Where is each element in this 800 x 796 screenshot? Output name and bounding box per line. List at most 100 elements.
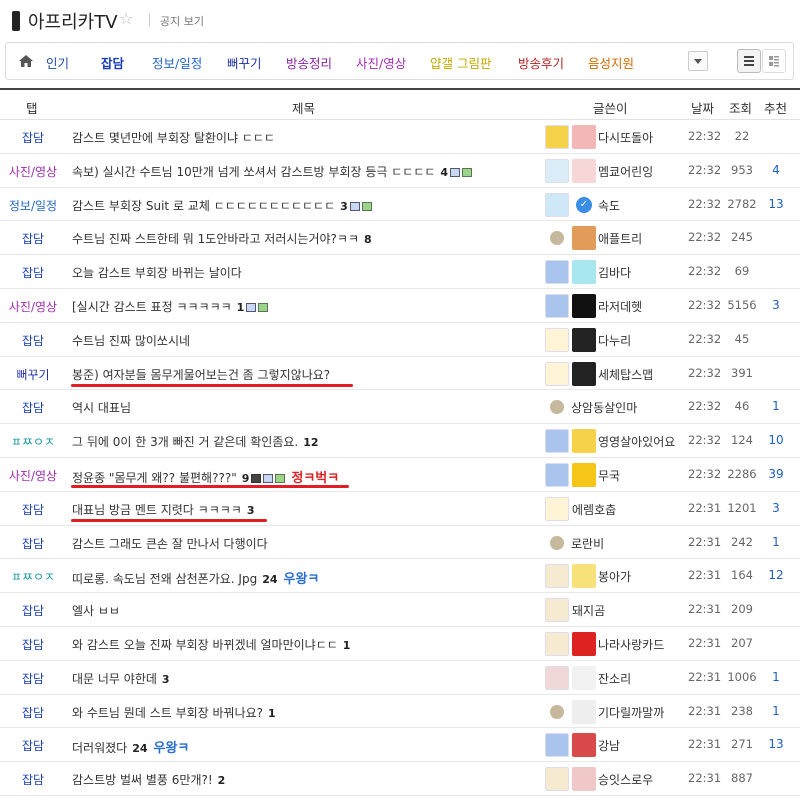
table-row[interactable]: 잡담 감스트 몇년만에 부회장 탈환이냐 ㄷㄷㄷ 다시또돌아 22:32 22 xyxy=(0,120,800,154)
row-category[interactable]: 잡담 xyxy=(0,670,66,687)
row-category[interactable]: 정보/일정 xyxy=(0,197,66,214)
row-category[interactable]: 잡담 xyxy=(0,399,66,416)
avatar[interactable] xyxy=(572,699,596,724)
row-category[interactable]: 잡담 xyxy=(0,332,66,349)
row-category[interactable]: 잡담 xyxy=(0,602,66,619)
row-title-text[interactable]: 속보) 실시간 수트님 10만개 넘게 쏘셔서 감스트방 부회장 등극 ㄷㄷㄷㄷ xyxy=(72,165,435,179)
table-row[interactable]: 잡담 와 수트님 뭔데 스트 부회장 바꿔나요? 1 기다릴까말까 22:31 238 1 xyxy=(0,695,800,729)
row-title[interactable]: 그 뒤에 0이 한 3개 빠진 거 같은데 확인좀요. 12 xyxy=(72,433,319,450)
author-name[interactable]: 돼지곰 xyxy=(572,602,605,619)
row-title-text[interactable]: 엘사 ㅂㅂ xyxy=(72,604,120,618)
table-row[interactable]: 잡담 오늘 감스트 부회장 바뀌는 날이다 김바다 22:32 69 xyxy=(0,255,800,289)
row-title-text[interactable]: 띠로롱. 속도님 전왜 삼천폰가요. Jpg xyxy=(72,572,257,586)
nav-item-6[interactable]: 얍갤 그림판 xyxy=(430,53,491,72)
board-title[interactable]: 아프리카TV xyxy=(28,8,118,34)
avatar[interactable] xyxy=(572,564,596,589)
row-category[interactable]: 사진/영상 xyxy=(0,298,66,315)
row-title[interactable]: 속보) 실시간 수트님 10만개 넘게 쏘셔서 감스트방 부회장 등극 ㄷㄷㄷㄷ… xyxy=(72,163,473,180)
row-title[interactable]: 오늘 감스트 부회장 바뀌는 날이다 xyxy=(72,264,242,281)
star-icon[interactable]: ☆ xyxy=(119,9,133,28)
author-name[interactable]: 승잇스로우 xyxy=(598,771,653,788)
row-title[interactable]: [실시간 감스트 표정 ㅋㅋㅋㅋㅋ 1 xyxy=(72,298,269,315)
row-title-text[interactable]: 대문 너무 야한데 xyxy=(72,672,157,686)
row-category[interactable]: 사진/영상 xyxy=(0,163,66,180)
row-category[interactable]: 잡담 xyxy=(0,501,66,518)
row-title[interactable]: 대문 너무 야한데 3 xyxy=(72,670,170,687)
row-title[interactable]: 감스트 그래도 큰손 잘 만나서 다행이다 xyxy=(72,535,268,552)
avatar[interactable] xyxy=(572,226,596,251)
row-title[interactable]: 와 수트님 뭔데 스트 부회장 바꿔나요? 1 xyxy=(72,704,276,721)
author-name[interactable]: 나라사랑카드 xyxy=(598,636,664,653)
author-name[interactable]: 김바다 xyxy=(598,264,631,281)
author-name[interactable]: 멤쿄어린잉 xyxy=(598,163,653,180)
table-row[interactable]: 뻐꾸기 봉준) 여자분들 몸무게물어보는건 좀 그렇지않나요? 세체탑스맵 22:32… xyxy=(0,357,800,391)
row-category[interactable]: ㅍㅉㅇㅈ xyxy=(0,568,66,585)
author-name[interactable]: 다누리 xyxy=(598,332,631,349)
table-row[interactable]: 정보/일정 감스트 부회장 Suit 로 교체 ㄷㄷㄷㄷㄷㄷㄷㄷㄷㄷㄷ 3 ✓ 속도 22… xyxy=(0,188,800,222)
author-name[interactable]: 다시또돌아 xyxy=(598,129,653,146)
nav-item-3[interactable]: 뻐꾸기 xyxy=(227,53,262,72)
author-name[interactable]: 로란비 xyxy=(571,535,604,552)
row-category[interactable]: 잡담 xyxy=(0,129,66,146)
row-title[interactable]: 감스트 부회장 Suit 로 교체 ㄷㄷㄷㄷㄷㄷㄷㄷㄷㄷㄷ 3 xyxy=(72,197,372,214)
row-category[interactable]: ㅍㅉㅇㅈ xyxy=(0,433,66,450)
table-row[interactable]: 잡담 와 감스트 오늘 진짜 부회장 바뀌겠네 얼마만이냐ㄷㄷ 1 나라사랑카드 22:… xyxy=(0,627,800,661)
author-name[interactable]: 세체탑스맵 xyxy=(598,366,653,383)
row-title-text[interactable]: 감스트 그래도 큰손 잘 만나서 다행이다 xyxy=(72,537,268,551)
grid-view-button[interactable] xyxy=(762,49,786,73)
row-category[interactable]: 사진/영상 xyxy=(0,467,66,484)
row-title[interactable]: 수트님 진짜 많이쏘시네 xyxy=(72,332,190,349)
row-category[interactable]: 잡담 xyxy=(0,737,66,754)
nav-item-7[interactable]: 방송후기 xyxy=(518,53,564,72)
row-title-text[interactable]: 와 감스트 오늘 진짜 부회장 바뀌겠네 얼마만이냐ㄷㄷ xyxy=(72,638,338,652)
table-row[interactable]: 잡담 대표님 방금 멘트 지렷다 ㅋㅋㅋㅋ 3 에렘호춥 22:31 1201 3 xyxy=(0,492,800,526)
row-title[interactable]: 띠로롱. 속도님 전왜 삼천폰가요. Jpg 24 우왕ㅋ xyxy=(72,568,319,587)
row-title-text[interactable]: 오늘 감스트 부회장 바뀌는 날이다 xyxy=(72,266,242,280)
row-title-text[interactable]: 감스트 몇년만에 부회장 탈환이냐 ㄷㄷㄷ xyxy=(72,131,275,145)
avatar[interactable] xyxy=(572,733,596,758)
row-title[interactable]: 더러워졌다 24 우왕ㅋ xyxy=(72,737,189,756)
author-name[interactable]: 속도 xyxy=(598,197,620,214)
nav-item-5[interactable]: 사진/영상 xyxy=(356,53,406,72)
avatar[interactable] xyxy=(572,665,596,690)
row-title-text[interactable]: 감스트방 벌써 별풍 6만개?! xyxy=(72,773,213,787)
row-title[interactable]: 감스트방 벌써 별풍 6만개?! 2 xyxy=(72,771,225,788)
table-row[interactable]: 잡담 수트님 진짜 많이쏘시네 다누리 22:32 45 xyxy=(0,323,800,357)
row-category[interactable]: 잡담 xyxy=(0,535,66,552)
row-category[interactable]: 잡담 xyxy=(0,264,66,281)
author-name[interactable]: 상암동살인마 xyxy=(571,399,637,416)
avatar[interactable] xyxy=(572,158,596,183)
row-category[interactable]: 잡담 xyxy=(0,636,66,653)
table-row[interactable]: 사진/영상 속보) 실시간 수트님 10만개 넘게 쏘셔서 감스트방 부회장 등극… xyxy=(0,154,800,188)
row-title-text[interactable]: 봉준) 여자분들 몸무게물어보는건 좀 그렇지않나요? xyxy=(72,368,330,382)
home-icon[interactable] xyxy=(18,54,34,68)
avatar[interactable] xyxy=(572,327,596,352)
row-title[interactable]: 감스트 몇년만에 부회장 탈환이냐 ㄷㄷㄷ xyxy=(72,129,275,146)
more-categories-button[interactable] xyxy=(688,51,708,71)
avatar[interactable] xyxy=(572,125,596,149)
row-title-text[interactable]: 감스트 부회장 Suit 로 교체 ㄷㄷㄷㄷㄷㄷㄷㄷㄷㄷㄷ xyxy=(72,199,335,213)
row-category[interactable]: 잡담 xyxy=(0,771,66,788)
nav-item-8[interactable]: 음성지원 xyxy=(588,53,634,72)
nav-item-1[interactable]: 잡담 xyxy=(101,53,124,72)
row-title-text[interactable]: 수트님 진짜 스트한테 뭐 1도안바라고 저러시는거야?ㅋㅋ xyxy=(72,232,359,246)
row-title[interactable]: 엘사 ㅂㅂ xyxy=(72,602,120,619)
author-name[interactable]: 에렘호춥 xyxy=(572,501,616,518)
table-row[interactable]: 잡담 더러워졌다 24 우왕ㅋ 강남 22:31 271 13 xyxy=(0,728,800,763)
row-title[interactable]: 수트님 진짜 스트한테 뭐 1도안바라고 저러시는거야?ㅋㅋ 8 xyxy=(72,230,372,247)
author-name[interactable]: 잔소리 xyxy=(598,670,631,687)
nav-item-4[interactable]: 방송정리 xyxy=(286,53,332,72)
row-category[interactable]: 잡담 xyxy=(0,704,66,721)
row-title[interactable]: 정윤종 "몸무게 왜?? 불편해???" 9 정ㅋ벅ㅋ xyxy=(72,467,339,486)
table-row[interactable]: 잡담 대문 너무 야한데 3 잔소리 22:31 1006 1 xyxy=(0,661,800,695)
row-title-text[interactable]: 수트님 진짜 많이쏘시네 xyxy=(72,334,190,348)
table-row[interactable]: 사진/영상 [실시간 감스트 표정 ㅋㅋㅋㅋㅋ 1 라저데헷 22:32 5156 3 xyxy=(0,289,800,323)
row-title-text[interactable]: 역시 대표님 xyxy=(72,401,131,415)
table-row[interactable]: 잡담 수트님 진짜 스트한테 뭐 1도안바라고 저러시는거야?ㅋㅋ 8 애플트리 22:… xyxy=(0,221,800,256)
row-title-text[interactable]: 대표님 방금 멘트 지렷다 ㅋㅋㅋㅋ xyxy=(72,503,242,517)
row-title-text[interactable]: 와 수트님 뭔데 스트 부회장 바꿔나요? xyxy=(72,706,263,720)
row-title[interactable]: 봉준) 여자분들 몸무게물어보는건 좀 그렇지않나요? xyxy=(72,366,330,383)
row-category[interactable]: 뻐꾸기 xyxy=(0,366,66,383)
nav-item-0[interactable]: 인기 xyxy=(46,53,69,72)
table-row[interactable]: 잡담 역시 대표님 상암동살인마 22:32 46 1 xyxy=(0,390,800,425)
